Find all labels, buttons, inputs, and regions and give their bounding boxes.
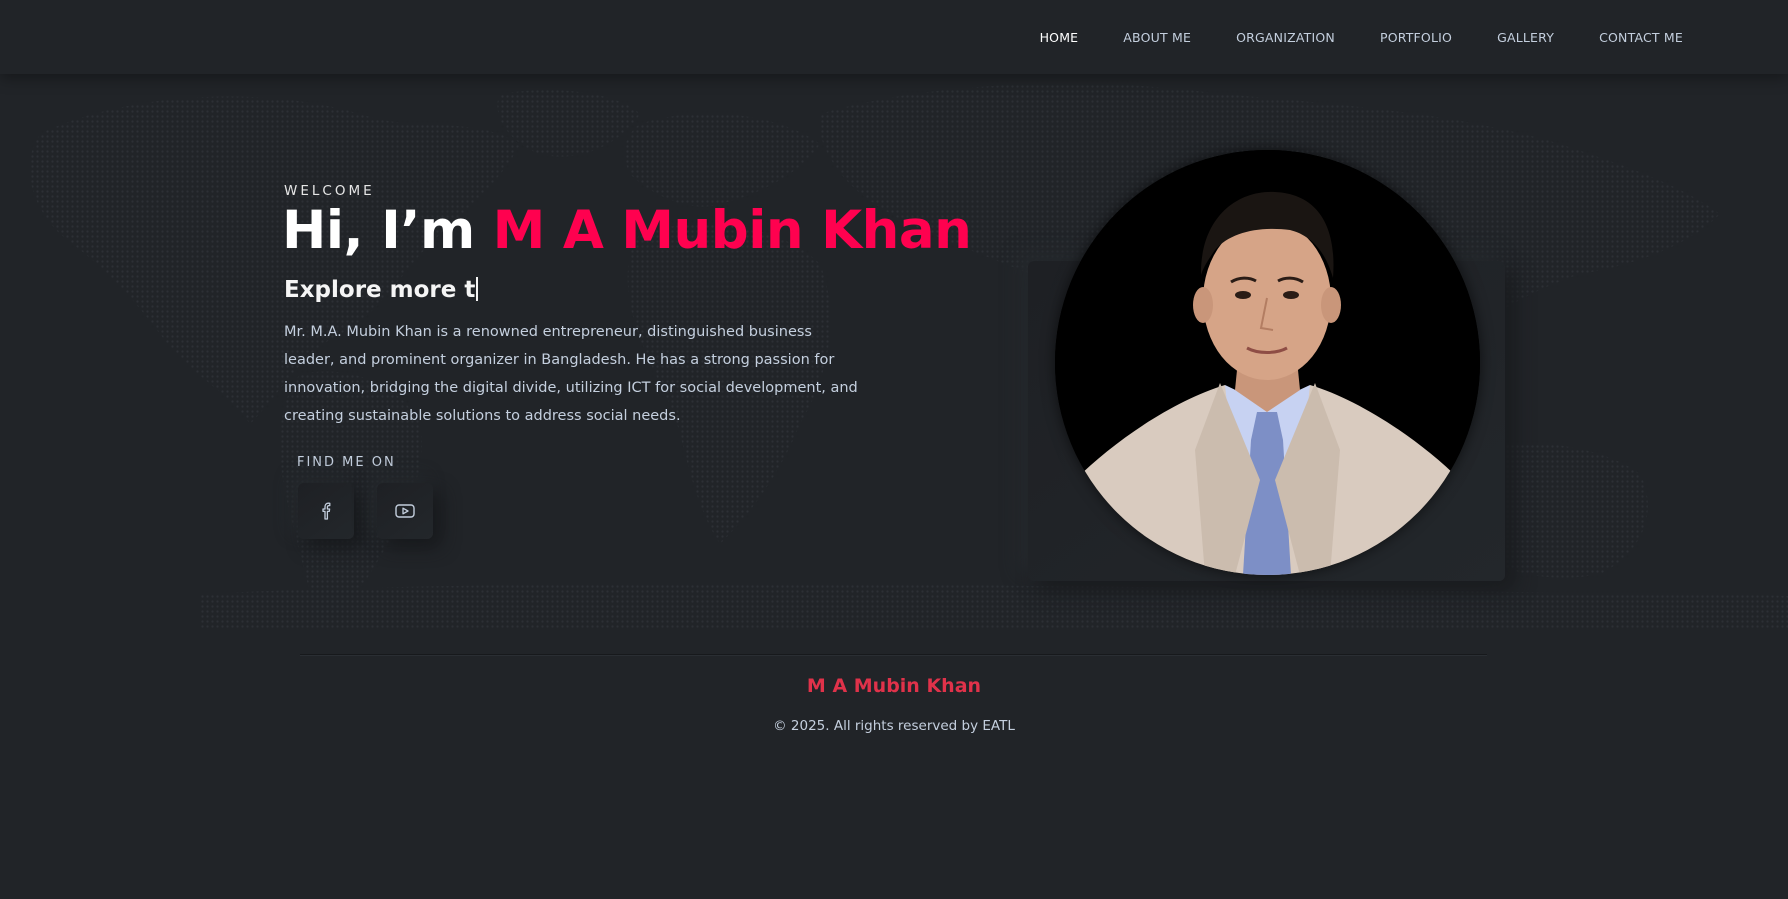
hero-headline: Hi, I’m M A Mubin Khan — [282, 200, 972, 261]
typed-text: Explore more t — [284, 277, 476, 303]
portrait-photo — [1055, 150, 1480, 575]
profile-photo — [1055, 150, 1480, 575]
hero-bio: Mr. M.A. Mubin Khan is a renowned entrep… — [284, 324, 858, 424]
youtube-icon — [395, 504, 415, 518]
facebook-button[interactable] — [298, 483, 354, 539]
hero-name: M A Mubin Khan — [492, 200, 972, 261]
footer-divider — [300, 654, 1487, 655]
nav-item-portfolio[interactable]: PORTFOLIO — [1380, 30, 1452, 45]
main-nav: HOME ABOUT ME ORGANIZATION PORTFOLIO GAL… — [995, 0, 1683, 74]
footer-name: M A Mubin Khan — [806, 675, 982, 697]
typing-cursor — [476, 277, 478, 301]
nav-item-organization[interactable]: ORGANIZATION — [1236, 30, 1335, 45]
nav-item-about-me[interactable]: ABOUT ME — [1123, 30, 1191, 45]
welcome-label: WELCOME — [284, 183, 375, 199]
nav-item-contact-me[interactable]: CONTACT ME — [1599, 30, 1683, 45]
nav-item-home[interactable]: HOME — [1040, 30, 1079, 45]
world-map-background — [29, 83, 1788, 628]
find-me-label: FIND ME ON — [297, 455, 396, 470]
copyright-text: © 2025. All rights reserved by EATL — [773, 718, 1015, 734]
site-header: HOME ABOUT ME ORGANIZATION PORTFOLIO GAL… — [0, 0, 1788, 74]
facebook-icon — [322, 502, 331, 520]
nav-item-gallery[interactable]: GALLERY — [1497, 30, 1554, 45]
typed-subheading: Explore more t — [284, 277, 478, 303]
youtube-button[interactable] — [377, 483, 433, 539]
greeting-text: Hi, I’m — [282, 200, 493, 261]
hero-section: WELCOME Hi, I’m M A Mubin Khan Explore m… — [0, 74, 1788, 628]
